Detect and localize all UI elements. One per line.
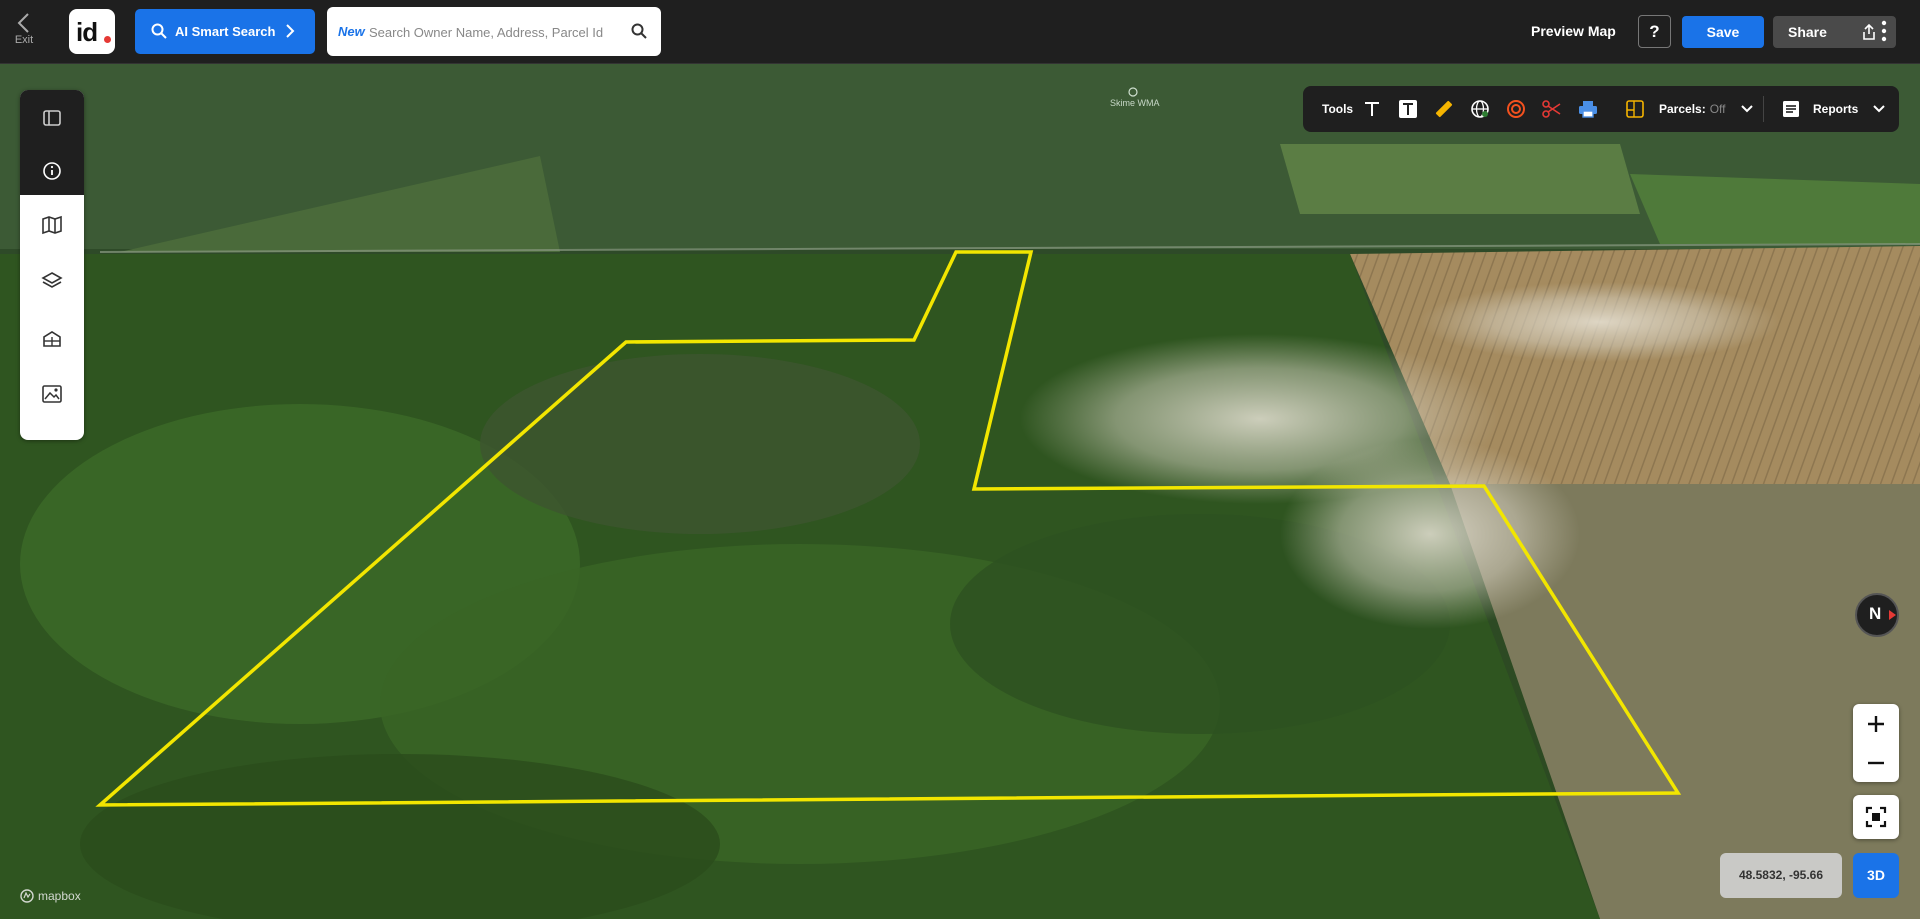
chevron-down-icon — [1740, 105, 1753, 113]
zoom-control — [1853, 704, 1899, 782]
search-icon[interactable] — [631, 23, 647, 39]
share-label: Share — [1788, 24, 1827, 40]
search-new-tag: New — [338, 24, 365, 39]
ruler-icon — [1435, 100, 1453, 118]
reports-icon — [1783, 101, 1799, 117]
zoom-out-button[interactable] — [1853, 743, 1899, 782]
save-button[interactable]: Save — [1682, 16, 1764, 48]
left-sidebar — [20, 90, 84, 440]
parcels-toggle[interactable]: Parcels: Off — [1625, 86, 1754, 132]
exit-label: Exit — [14, 34, 34, 46]
share-icon — [1863, 24, 1875, 40]
text-tool-button[interactable] — [1363, 86, 1381, 132]
preview-map-button[interactable]: Preview Map — [1531, 23, 1616, 39]
map-icon — [42, 215, 62, 235]
collapse-panel-icon — [43, 110, 61, 126]
text-box-icon — [1399, 100, 1417, 118]
mapbox-attribution-text: mapbox — [38, 889, 81, 903]
zoom-in-button[interactable] — [1853, 704, 1899, 743]
chevron-left-icon — [17, 13, 29, 33]
logo-text: id — [76, 17, 98, 47]
compass-button[interactable]: N — [1855, 593, 1899, 637]
tools-label: Tools — [1322, 86, 1353, 132]
3d-toggle-button[interactable]: 3D — [1853, 853, 1899, 898]
buildings-icon — [43, 331, 61, 347]
logo-dot — [104, 36, 111, 43]
globe-icon — [1471, 100, 1489, 118]
sidebar-item-map[interactable] — [20, 197, 84, 253]
mapbox-logo-icon — [20, 889, 34, 903]
parcels-icon — [1626, 100, 1644, 118]
plus-icon — [1868, 715, 1884, 732]
fit-bounds-button[interactable] — [1853, 795, 1899, 839]
reports-menu[interactable]: Reports — [1781, 86, 1886, 132]
compass-arrow-icon — [1889, 610, 1896, 620]
radius-icon — [1507, 100, 1525, 118]
share-button[interactable]: Share — [1773, 16, 1896, 48]
toolbar-divider — [1763, 96, 1764, 122]
info-icon — [43, 162, 61, 180]
more-menu-icon[interactable] — [1880, 20, 1888, 42]
chevron-down-icon — [1873, 105, 1886, 113]
tools-label-text: Tools — [1322, 102, 1354, 116]
top-bar: Exit id AI Smart Search New Preview Map … — [0, 0, 1920, 64]
help-button[interactable]: ? — [1638, 15, 1671, 48]
split-tool-button[interactable] — [1542, 86, 1562, 132]
sidebar-item-buildings[interactable] — [20, 310, 84, 366]
text-box-tool-button[interactable] — [1398, 86, 1418, 132]
exit-button[interactable]: Exit — [8, 12, 40, 54]
tools-bar: Tools Parcels: Off Reports — [1303, 86, 1899, 132]
app-logo[interactable]: id — [69, 9, 115, 54]
search-box: New — [327, 7, 661, 56]
ai-smart-search-label: AI Smart Search — [175, 24, 276, 39]
chevron-right-icon — [286, 24, 295, 38]
image-icon — [42, 385, 62, 403]
search-icon — [151, 23, 167, 39]
sidebar-item-collapse[interactable] — [20, 90, 84, 146]
satellite-imagery — [0, 64, 1920, 919]
poi-label: Skime WMA — [1110, 98, 1160, 108]
ai-smart-search-button[interactable]: AI Smart Search — [135, 9, 315, 54]
measure-tool-button[interactable] — [1434, 86, 1454, 132]
mapbox-attribution[interactable]: mapbox — [20, 889, 81, 903]
print-icon — [1579, 101, 1597, 118]
radius-tool-button[interactable] — [1506, 86, 1526, 132]
coordinates-readout: 48.5832, -95.66 — [1720, 853, 1842, 898]
parcels-label: Parcels: — [1659, 102, 1706, 116]
print-tool-button[interactable] — [1578, 86, 1598, 132]
globe-tool-button[interactable] — [1470, 86, 1490, 132]
sidebar-item-info[interactable] — [20, 143, 84, 199]
focus-frame-icon — [1865, 806, 1887, 828]
reports-label: Reports — [1813, 102, 1859, 116]
sidebar-item-layers[interactable] — [20, 253, 84, 309]
sidebar-item-imagery[interactable] — [20, 366, 84, 422]
compass-label: N — [1869, 604, 1882, 623]
map-view[interactable]: Skime WMA — [0, 64, 1920, 919]
parcels-value: Off — [1709, 102, 1726, 116]
scissors-icon — [1542, 100, 1561, 118]
text-icon — [1365, 102, 1379, 116]
minus-icon — [1868, 761, 1884, 764]
search-input[interactable] — [367, 21, 631, 43]
layers-icon — [41, 272, 63, 288]
